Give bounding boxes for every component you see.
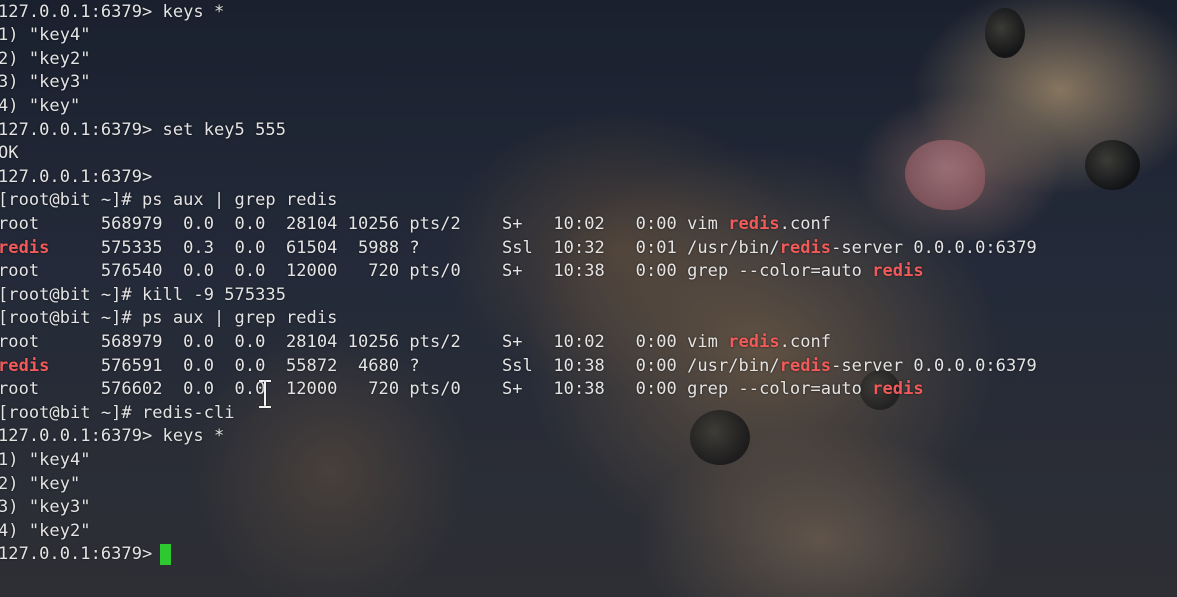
terminal-line: redis 576591 0.0 0.0 55872 4680 ? Ssl 10… (0, 355, 1037, 379)
grep-match: redis (0, 355, 50, 376)
terminal-text: 127.0.0.1:6379> keys * (0, 1, 225, 22)
terminal-text: .conf (779, 331, 832, 352)
terminal-text: 2) "key2" (0, 48, 91, 69)
terminal-text: 575335 0.3 0.0 61504 5988 ? Ssl 10:32 0:… (49, 237, 780, 258)
terminal-text: 127.0.0.1:6379> (0, 166, 153, 187)
terminal-line: [root@bit ~]# ps aux | grep redis (0, 307, 337, 331)
terminal-line: OK (0, 142, 19, 166)
terminal-line: root 576602 0.0 0.0 12000 720 pts/0 S+ 1… (0, 378, 924, 402)
grep-match: redis (872, 379, 924, 400)
terminal-text: root 576540 0.0 0.0 12000 720 pts/0 S+ 1… (0, 261, 873, 282)
terminal-line: 127.0.0.1:6379> (0, 543, 163, 567)
grep-match: redis (872, 261, 924, 282)
terminal-line: 127.0.0.1:6379> set key5 555 (0, 119, 286, 143)
terminal-text: 1) "key4" (0, 449, 91, 470)
terminal-line: 127.0.0.1:6379> keys * (0, 1, 224, 25)
terminal-line: root 568979 0.0 0.0 28104 10256 pts/2 S+… (0, 213, 831, 237)
terminal-line: root 568979 0.0 0.0 28104 10256 pts/2 S+… (0, 331, 831, 355)
terminal-line: 2) "key2" (0, 48, 91, 72)
terminal-line: 1) "key4" (0, 449, 91, 473)
grep-match: redis (779, 237, 832, 258)
terminal-line: 4) "key2" (0, 520, 91, 544)
grep-match: redis (728, 213, 780, 234)
terminal-text: 1) "key4" (0, 25, 91, 46)
terminal-text: 4) "key2" (0, 520, 91, 541)
terminal-text: 3) "key3" (0, 72, 91, 93)
terminal-text: 4) "key" (0, 95, 81, 116)
terminal-caret (160, 544, 171, 565)
terminal-line: 2) "key" (0, 473, 80, 497)
terminal-text: -server 0.0.0.0:6379 (831, 237, 1037, 258)
terminal-text: 127.0.0.1:6379> (0, 544, 163, 565)
terminal-line: 4) "key" (0, 95, 80, 119)
terminal-text: 127.0.0.1:6379> keys * (0, 426, 225, 447)
text-cursor-icon (257, 380, 273, 408)
terminal-line: 3) "key3" (0, 496, 91, 520)
terminal-line: [root@bit ~]# ps aux | grep redis (0, 189, 337, 213)
terminal-text: [root@bit ~]# ps aux | grep redis (0, 308, 338, 329)
terminal-text: 3) "key3" (0, 497, 91, 518)
terminal-text: -server 0.0.0.0:6379 (831, 355, 1037, 376)
terminal-text: .conf (779, 213, 832, 234)
terminal-line: 1) "key4" (0, 24, 91, 48)
terminal-text: 127.0.0.1:6379> set key5 555 (0, 119, 286, 140)
terminal-line: [root@bit ~]# redis-cli (0, 402, 235, 426)
terminal-text: root 576602 0.0 0.0 12000 720 pts/0 S+ 1… (0, 379, 873, 400)
terminal-line: [root@bit ~]# kill -9 575335 (0, 284, 286, 308)
terminal-output[interactable]: 127.0.0.1:6379> keys * 1) "key4" 2) "key2"… (0, 0, 1177, 597)
grep-match: redis (0, 237, 50, 258)
terminal-line: redis 575335 0.3 0.0 61504 5988 ? Ssl 10… (0, 237, 1037, 261)
terminal-line: root 576540 0.0 0.0 12000 720 pts/0 S+ 1… (0, 260, 924, 284)
terminal-line: 127.0.0.1:6379> (0, 166, 152, 190)
terminal-text: 576591 0.0 0.0 55872 4680 ? Ssl 10:38 0:… (49, 355, 780, 376)
terminal-text: 2) "key" (0, 473, 81, 494)
grep-match: redis (728, 331, 780, 352)
grep-match: redis (779, 355, 832, 376)
terminal-line: 127.0.0.1:6379> keys * (0, 425, 224, 449)
terminal-text: [root@bit ~]# kill -9 575335 (0, 284, 286, 305)
terminal-text: [root@bit ~]# redis-cli (0, 402, 235, 423)
terminal-line: 3) "key3" (0, 71, 91, 95)
terminal-text: OK (0, 143, 19, 164)
terminal-text: [root@bit ~]# ps aux | grep redis (0, 190, 338, 211)
terminal-text: root 568979 0.0 0.0 28104 10256 pts/2 S+… (0, 331, 729, 352)
terminal-text: root 568979 0.0 0.0 28104 10256 pts/2 S+… (0, 213, 729, 234)
